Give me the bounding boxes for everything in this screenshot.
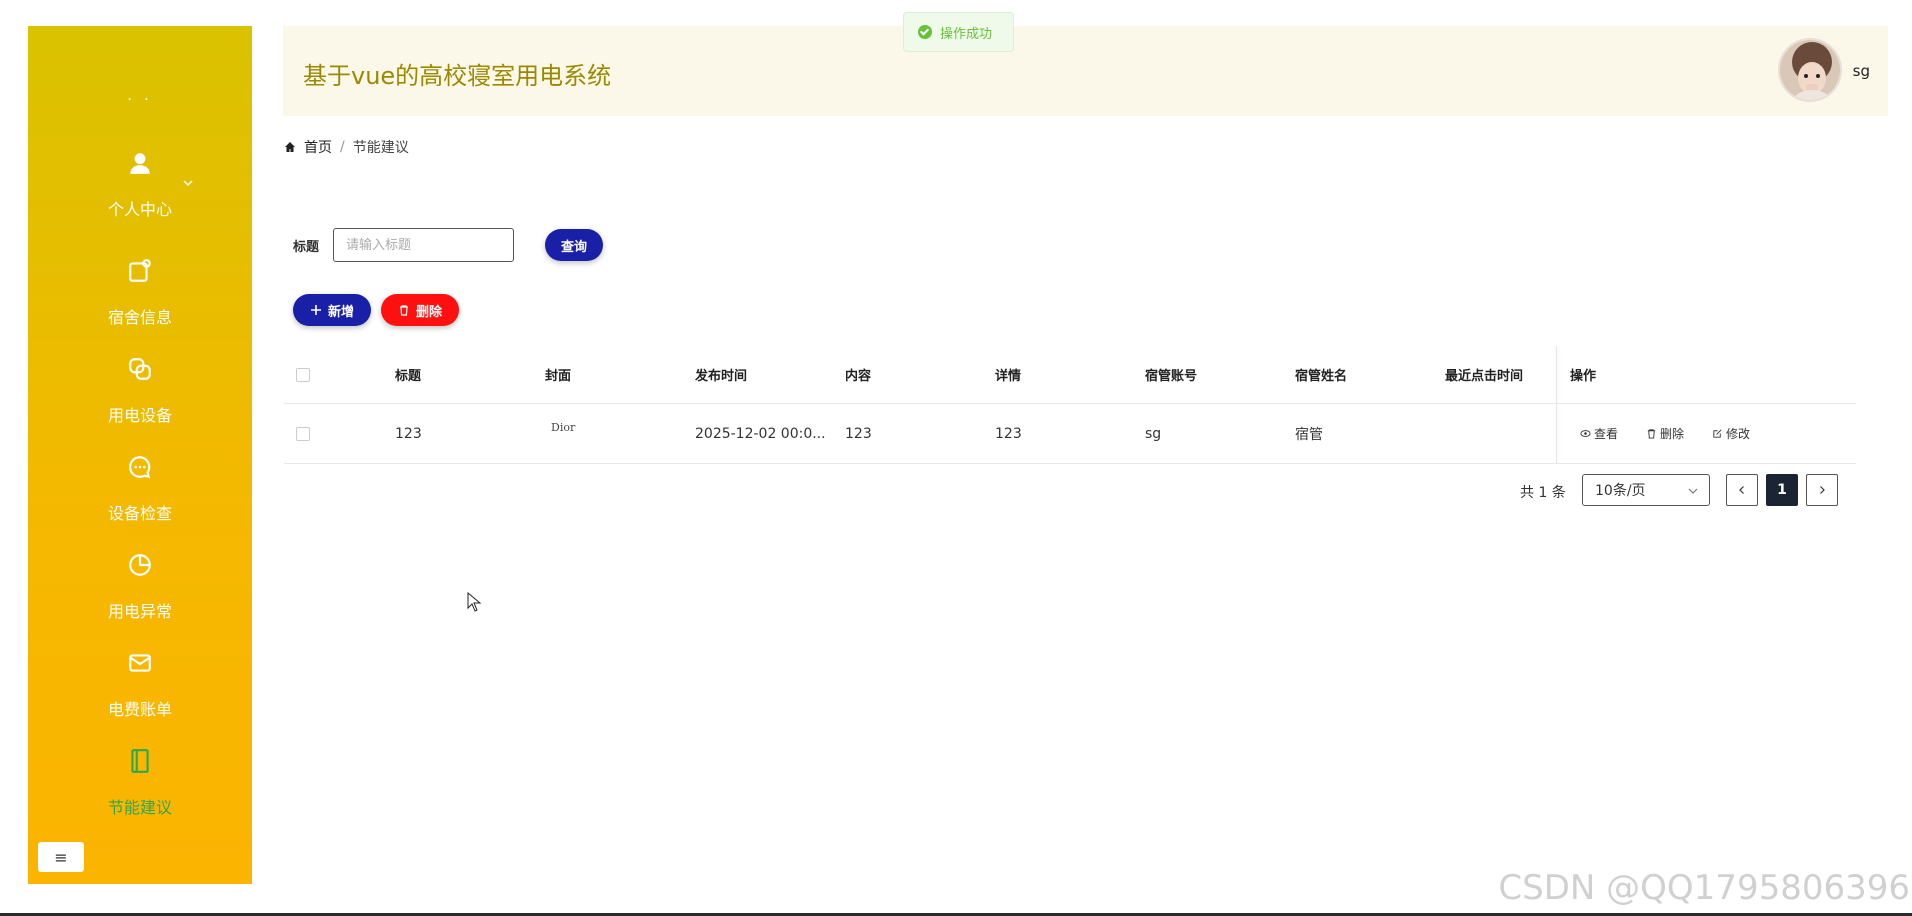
sidebar-item-label: 个人中心: [107, 200, 172, 219]
check-circle-icon: [918, 25, 932, 39]
delete-button-label: 删除: [415, 303, 442, 319]
view-button[interactable]: 查看: [1580, 425, 1618, 442]
query-button-label: 查询: [560, 238, 587, 254]
row-delete-button-label: 删除: [1660, 427, 1685, 441]
sidebar-item-power-anomaly[interactable]: 用电异常: [28, 552, 252, 642]
search-label: 标题: [293, 240, 320, 255]
success-toast: 操作成功: [903, 12, 1014, 52]
table-row: 123 Dior 2025-12-02 00:0... 123 123 sg 宿…: [284, 404, 1856, 464]
edit-icon: [1713, 429, 1722, 438]
column-header-ops: 操作: [1570, 369, 1597, 384]
pie-icon: [129, 554, 151, 576]
sidebar-item-label: 电费账单: [107, 700, 172, 719]
column-header-publish-time: 发布时间: [695, 369, 748, 384]
sidebar-item-profile[interactable]: 个人中心: [28, 150, 252, 240]
data-table: 标题 封面 发布时间 内容 详情 宿管账号 宿管姓名 最近点击时间 操作 123…: [284, 346, 1856, 464]
chevron-down-icon: [183, 180, 193, 187]
mouse-cursor-icon: [467, 592, 482, 612]
cell-title: 123: [395, 425, 422, 442]
sidebar-item-label: 节能建议: [107, 798, 172, 817]
cell-detail: 123: [995, 425, 1022, 442]
eye-icon: [1580, 430, 1591, 437]
edit-button[interactable]: 修改: [1712, 425, 1750, 442]
breadcrumb-separator: /: [340, 139, 345, 155]
row-delete-button[interactable]: 删除: [1646, 425, 1684, 442]
select-all-checkbox[interactable]: [296, 367, 310, 382]
page-size-select[interactable]: 10条/页: [1582, 474, 1710, 506]
column-header-title: 标题: [395, 369, 422, 384]
pagination-total: 共 1 条: [1520, 485, 1566, 501]
mail-icon: [129, 654, 151, 672]
row-select-cell: [296, 404, 310, 463]
sidebar-item-label: 用电设备: [107, 406, 172, 425]
table-header: 标题 封面 发布时间 内容 详情 宿管账号 宿管姓名 最近点击时间 操作: [284, 346, 1856, 404]
toast-message: 操作成功: [940, 26, 993, 42]
watermark: CSDN @QQ1795806396: [1498, 868, 1910, 908]
sidebar-item-dorm-info[interactable]: 宿舍信息: [28, 258, 252, 348]
prev-page-button[interactable]: [1726, 474, 1758, 506]
column-header-cover: 封面: [545, 369, 572, 384]
app-title: 基于vue的高校寝室用电系统: [303, 62, 612, 90]
add-button[interactable]: 新增: [293, 294, 371, 326]
chat-icon: [129, 456, 151, 479]
trash-icon: [1647, 429, 1656, 439]
sidebar-item-energy-tips[interactable]: 节能建议: [28, 748, 252, 838]
row-checkbox[interactable]: [296, 426, 310, 441]
avatar-image: [1780, 40, 1840, 100]
search-input[interactable]: [333, 228, 514, 262]
ops-column-divider: [1556, 346, 1557, 403]
edit-button-label: 修改: [1726, 427, 1751, 441]
device-icon: [129, 358, 151, 380]
trash-icon: [399, 305, 408, 316]
page-size-value: 10条/页: [1595, 483, 1646, 499]
username[interactable]: sg: [1853, 62, 1870, 80]
sidebar-item-devices[interactable]: 用电设备: [28, 356, 252, 446]
dorm-info-icon: [129, 259, 151, 282]
header: 基于vue的高校寝室用电系统 sg: [283, 26, 1888, 116]
column-header-name: 宿管姓名: [1295, 369, 1348, 384]
sidebar-item-device-check[interactable]: 设备检查: [28, 454, 252, 544]
breadcrumb-current: 节能建议: [352, 140, 409, 156]
column-header-detail: 详情: [995, 369, 1022, 384]
sidebar-item-label: 用电异常: [107, 602, 172, 621]
view-button-label: 查看: [1594, 427, 1619, 441]
cell-name: 宿管: [1295, 426, 1323, 443]
column-header-account: 宿管账号: [1145, 369, 1198, 384]
cell-ops: 查看 删除 修改: [1580, 404, 1778, 463]
sidebar-item-bills[interactable]: 电费账单: [28, 650, 252, 740]
sidebar-collapse-button[interactable]: ≡: [38, 842, 84, 872]
sidebar-item-label: 宿舍信息: [107, 308, 172, 327]
notebook-icon: [131, 749, 149, 773]
avatar[interactable]: [1778, 38, 1842, 102]
user-icon: [130, 153, 150, 174]
page-button-current[interactable]: 1: [1766, 474, 1798, 506]
sidebar: · · 个人中心 宿舍信息 用电设备 设备检查 用电异常 电费账单 节能建议 ≡: [28, 26, 252, 884]
chevron-down-icon: [1688, 488, 1698, 494]
cover-image[interactable]: Dior: [551, 421, 575, 434]
select-all-cell: [296, 346, 310, 403]
breadcrumb-home[interactable]: 首页: [304, 137, 332, 157]
query-button[interactable]: 查询: [545, 229, 603, 261]
breadcrumb: 首页 / 节能建议: [284, 137, 409, 157]
next-page-button[interactable]: [1806, 474, 1838, 506]
add-button-label: 新增: [327, 303, 354, 319]
column-header-content: 内容: [845, 369, 872, 384]
ops-column-divider: [1556, 404, 1557, 463]
cell-account: sg: [1145, 425, 1162, 442]
sidebar-item-label: 设备检查: [107, 504, 172, 523]
column-header-last-click: 最近点击时间: [1445, 369, 1524, 384]
plus-icon: [310, 305, 321, 315]
cell-cover: Dior: [551, 404, 575, 463]
home-icon: [285, 142, 295, 152]
delete-button[interactable]: 删除: [381, 294, 459, 326]
sidebar-dots: · ·: [127, 92, 153, 108]
chevron-right-icon: [1820, 486, 1825, 494]
cell-publish-time: 2025-12-02 00:0...: [695, 425, 826, 442]
chevron-left-icon: [1739, 486, 1744, 494]
cell-content: 123: [845, 425, 872, 442]
